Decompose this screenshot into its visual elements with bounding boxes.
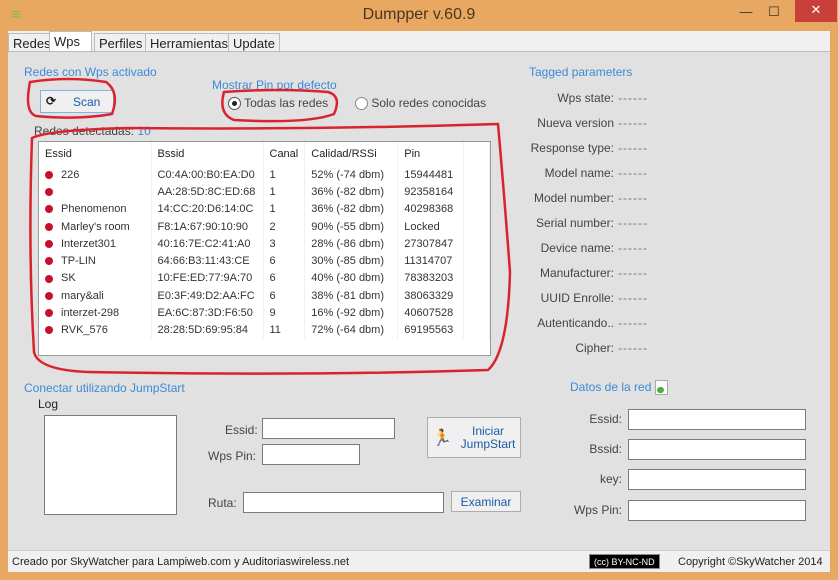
tab-update[interactable]: Update	[228, 33, 280, 52]
close-button[interactable]: ✕	[795, 0, 837, 22]
status-bar: Creado por SkyWatcher para Lampiweb.com …	[8, 550, 830, 572]
annotation-list	[29, 122, 512, 375]
credit-text: Creado por SkyWatcher para Lampiweb.com …	[12, 556, 350, 568]
tab-wps[interactable]: Wps	[49, 31, 92, 52]
annotation-radio	[221, 88, 339, 123]
title-bar: ≋ Dumpper v.60.9 — ☐ ✕	[0, 0, 838, 30]
minimize-button[interactable]: —	[732, 2, 760, 22]
tab-perfiles[interactable]: Perfiles	[94, 33, 148, 52]
maximize-button[interactable]: ☐	[760, 2, 788, 22]
red-annotations	[26, 77, 512, 375]
client-area: Redes Wps Perfiles Herramientas Update R…	[8, 31, 830, 572]
window-title: Dumpper v.60.9	[362, 6, 476, 23]
cc-license-badge: (cc) BY-NC-ND	[589, 554, 660, 569]
annotation-scan	[26, 77, 117, 119]
tab-herramientas[interactable]: Herramientas	[145, 33, 234, 52]
wps-panel: Redes con Wps activado ⟳ Scan Mostrar Pi…	[8, 51, 830, 550]
copyright-text: Copyright ©SkyWatcher 2014	[678, 556, 823, 568]
